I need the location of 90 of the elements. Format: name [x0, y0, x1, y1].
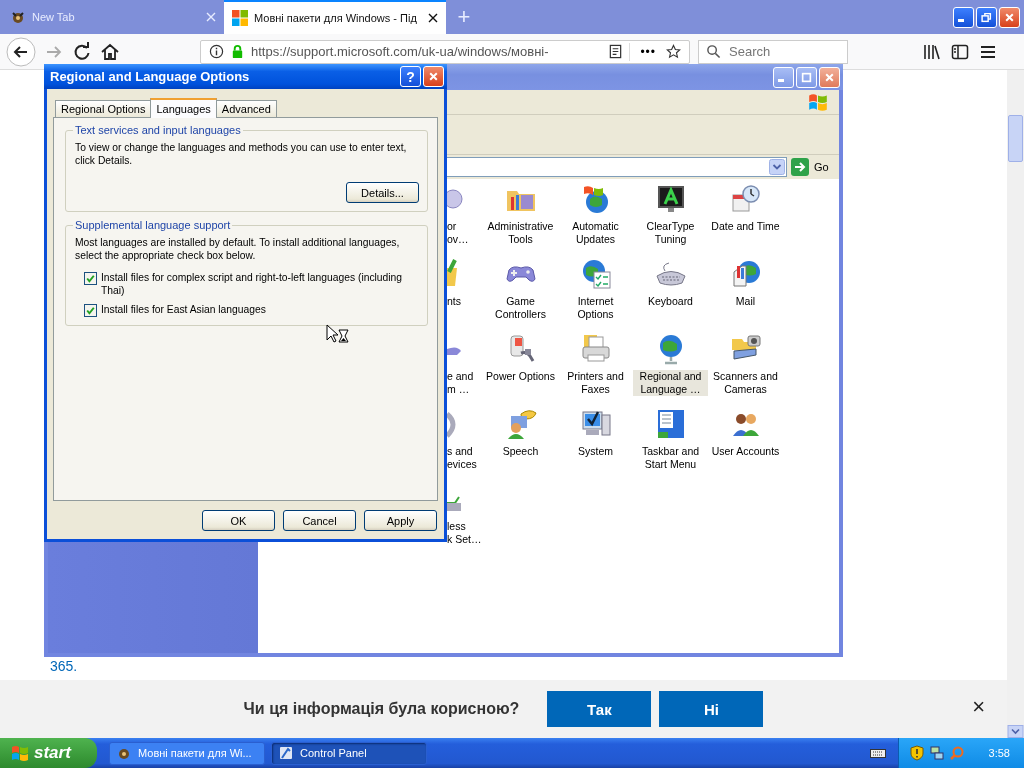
close-icon — [824, 71, 835, 83]
close-button[interactable] — [423, 66, 444, 87]
scrollbar-thumb[interactable] — [1008, 115, 1023, 162]
tab[interactable]: Advanced — [215, 100, 277, 117]
check-icon — [85, 273, 96, 284]
tab[interactable]: Regional Options — [55, 100, 152, 117]
minimize-button[interactable] — [953, 6, 974, 28]
group-title: Supplemental language support — [73, 219, 233, 231]
item-label[interactable]: ClearType Tuning — [633, 220, 708, 246]
search-field[interactable]: Search — [698, 39, 848, 64]
reader-view-icon[interactable] — [608, 44, 624, 59]
tab-title: New Tab — [32, 11, 76, 23]
search-icon — [706, 43, 721, 59]
close-button[interactable] — [819, 66, 840, 88]
shield-icon[interactable] — [908, 745, 925, 761]
scrollbar[interactable] — [1007, 70, 1024, 738]
clock: 3:58 — [988, 747, 1010, 759]
item-label[interactable]: System — [577, 445, 614, 458]
checkbox[interactable] — [84, 304, 97, 317]
item-label[interactable]: Speech — [501, 445, 540, 458]
item-label[interactable]: Date and Time — [710, 220, 781, 233]
close-icon[interactable] — [428, 13, 438, 23]
item-label[interactable]: e and m … — [447, 370, 474, 396]
details-button[interactable]: Details... — [346, 182, 419, 203]
calendar-clock-icon[interactable] — [729, 183, 762, 215]
home-button[interactable] — [100, 41, 120, 62]
address-field[interactable]: https://support.microsoft.com/uk-ua/windows/мовні- ••• — [200, 39, 690, 64]
description-text: To view or change the languages and methods you can use to enter text, click Details. — [75, 141, 408, 167]
star-icon[interactable] — [666, 44, 681, 59]
close-button[interactable] — [999, 6, 1020, 28]
control-panel-icon — [278, 745, 294, 761]
taskbar-button[interactable]: Мовні пакети для Wi... — [109, 741, 265, 765]
keyboard-icon[interactable] — [869, 747, 886, 759]
info-icon[interactable] — [209, 44, 224, 59]
browser-tab[interactable]: Мовні пакети для Windows - Під — [224, 0, 446, 34]
item-label[interactable]: nts — [447, 295, 461, 308]
item-label[interactable]: Automatic Updates — [558, 220, 633, 246]
maximize-button[interactable] — [796, 66, 817, 88]
item-label[interactable]: less k Set… — [447, 520, 482, 546]
item-label[interactable]: Regional and Language … — [633, 370, 708, 396]
feedback-question: Чи ця інформація була корисною? — [243, 700, 520, 718]
reload-button[interactable] — [72, 41, 92, 62]
item-label[interactable]: Game Controllers — [483, 295, 558, 321]
group-title: Text services and input languages — [73, 124, 243, 136]
item-label[interactable]: Internet Options — [558, 295, 633, 321]
minimize-icon — [958, 19, 964, 22]
dialog-button[interactable]: Cancel — [283, 510, 356, 531]
answer-button[interactable]: Так — [547, 691, 652, 727]
dialog-button[interactable]: Apply — [364, 510, 437, 531]
taskbar-button[interactable]: Control Panel — [271, 741, 427, 765]
checkbox[interactable] — [84, 272, 97, 285]
lock-icon[interactable] — [230, 44, 245, 59]
restore-icon — [981, 11, 992, 23]
checkbox-label[interactable]: Install files for complex script and right-to-left languages (including Thai) — [101, 271, 419, 297]
maximize-icon — [801, 71, 812, 83]
page-link[interactable]: 365. — [50, 658, 78, 674]
minimize-button[interactable] — [773, 66, 794, 88]
close-icon — [428, 71, 439, 82]
item-label[interactable]: Power Options — [485, 370, 556, 383]
dropdown-icon[interactable] — [769, 159, 785, 175]
item-label[interactable]: s and evices — [447, 445, 477, 471]
windows-flag-icon — [10, 743, 30, 763]
restore-button[interactable] — [976, 6, 997, 28]
page-actions-button[interactable]: ••• — [636, 44, 660, 59]
item-label[interactable]: Mail — [734, 295, 757, 308]
close-icon — [1004, 11, 1015, 23]
help-button[interactable]: ? — [400, 66, 421, 87]
minimize-icon — [778, 79, 784, 82]
squares-logo-icon — [232, 10, 248, 26]
item-label[interactable]: Taskbar and Start Menu — [633, 445, 708, 471]
checkbox-label[interactable]: Install files for East Asian languages — [101, 303, 266, 316]
item-label[interactable]: Administrative Tools — [483, 220, 558, 246]
description-text: Most languages are installed by default. To install additional languages, select the appropriate check box below. — [75, 236, 401, 262]
check-icon — [85, 305, 96, 316]
window-title: Regional and Language Options — [50, 69, 251, 84]
busy-cursor-icon — [326, 324, 350, 346]
close-button[interactable]: × — [972, 694, 985, 720]
item-label[interactable]: User Accounts — [710, 445, 781, 458]
dialog-button[interactable]: OK — [202, 510, 275, 531]
tab[interactable]: Languages — [150, 98, 217, 118]
back-button[interactable] — [6, 36, 36, 67]
answer-button[interactable]: Ні — [659, 691, 764, 727]
tab-title: Мовні пакети для Windows - Під — [254, 12, 418, 24]
item-label[interactable]: Scanners and Cameras — [708, 370, 783, 396]
item-label[interactable]: Keyboard — [647, 295, 694, 308]
scroll-down-icon[interactable] — [1007, 725, 1024, 738]
item-label[interactable]: Printers and Faxes — [558, 370, 633, 396]
windows-flag-icon — [807, 91, 829, 113]
url-text: https://support.microsoft.com/uk-ua/windows/мовні- — [251, 44, 550, 59]
item-label[interactable]: or ov… — [447, 220, 469, 246]
